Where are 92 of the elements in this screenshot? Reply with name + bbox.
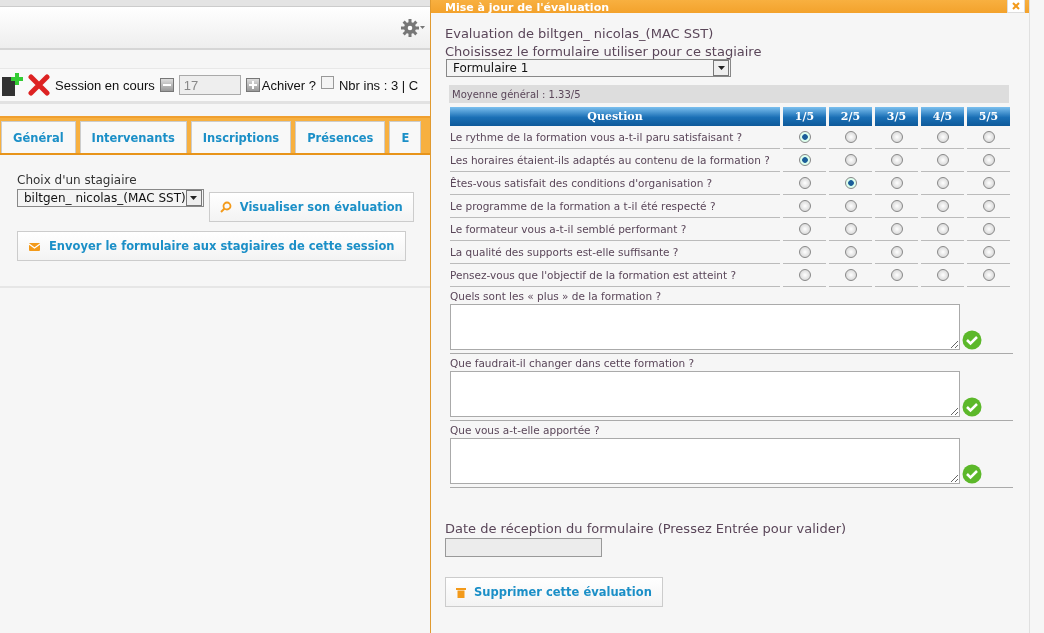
open-question-label: Que vous a-t-elle apportée ? xyxy=(450,424,601,436)
minus-icon xyxy=(162,84,171,86)
question-text: La qualité des supports est-elle suffisante ? xyxy=(450,241,780,264)
rating-radio[interactable] xyxy=(890,246,903,258)
rating-radio[interactable] xyxy=(890,131,903,143)
close-icon xyxy=(1012,2,1020,10)
rating-radio[interactable] xyxy=(982,154,995,166)
rating-radio[interactable] xyxy=(844,246,857,258)
form-select[interactable]: Formulaire 1 xyxy=(446,59,731,77)
tab[interactable]: Présences xyxy=(295,121,386,153)
rating-radio[interactable] xyxy=(798,154,811,166)
question-text: Le rythme de la formation vous a-t-il paru satisfaisant ? xyxy=(450,126,780,149)
rating-radio[interactable] xyxy=(798,269,811,281)
question-text: Êtes-vous satisfait des conditions d'organisation ? xyxy=(450,172,780,195)
column-header: Question xyxy=(450,107,780,126)
rating-radio[interactable] xyxy=(890,223,903,235)
caret-icon xyxy=(717,66,725,70)
plus-icon xyxy=(248,81,257,89)
column-header: 4/5 xyxy=(921,107,964,126)
caret-icon xyxy=(190,196,198,200)
rating-radio[interactable] xyxy=(890,200,903,212)
check-icon[interactable] xyxy=(962,397,982,417)
magnifier-icon xyxy=(219,201,232,213)
check-icon[interactable] xyxy=(962,464,982,484)
minus-button[interactable] xyxy=(159,78,174,92)
answer-field[interactable] xyxy=(450,371,960,417)
rating-radio[interactable] xyxy=(982,131,995,143)
check-icon[interactable] xyxy=(962,330,982,350)
rating-radio[interactable] xyxy=(936,246,949,258)
question-text: Les horaires étaient-ils adaptés au contenu de la formation ? xyxy=(450,149,780,172)
archive-checkbox[interactable] xyxy=(320,75,334,89)
open-question-label: Que faudrait-il changer dans cette formation ? xyxy=(450,357,695,369)
rating-radio[interactable] xyxy=(982,269,995,281)
send-form-button[interactable]: Envoyer le formulaire aux stagiaires de cette session xyxy=(17,231,406,261)
column-header: 1/5 xyxy=(783,107,826,126)
date-label: Date de réception du formulaire (Pressez Entrée pour valider) xyxy=(445,521,848,536)
evaluation-heading: Evaluation de biltgen_ nicolas_(MAC SST) xyxy=(445,26,715,41)
dialog-title: Mise à jour de l'évaluation xyxy=(445,2,610,13)
delete-evaluation-button[interactable]: Supprimer cette évaluation xyxy=(445,577,663,607)
rating-radio[interactable] xyxy=(890,269,903,281)
rating-radio[interactable] xyxy=(890,177,903,189)
rating-radio[interactable] xyxy=(936,177,949,189)
tab[interactable]: Inscriptions xyxy=(190,121,292,153)
column-header: 3/5 xyxy=(875,107,918,126)
rating-radio[interactable] xyxy=(798,246,811,258)
rating-radio[interactable] xyxy=(844,269,857,281)
view-evaluation-button[interactable]: Visualiser son évaluation xyxy=(208,192,414,222)
trainee-label: Choix d'un stagiaire xyxy=(17,173,138,187)
rating-radio[interactable] xyxy=(936,154,949,166)
rating-radio[interactable] xyxy=(844,131,857,143)
rating-radio[interactable] xyxy=(798,177,811,189)
average-text: Moyenne général : 1.33/5 xyxy=(452,88,581,100)
rating-radio[interactable] xyxy=(890,154,903,166)
column-header: 5/5 xyxy=(967,107,1010,126)
rating-radio[interactable] xyxy=(798,223,811,235)
envelope-icon xyxy=(28,240,41,252)
question-text: Le formateur vous a-t-il semblé performant ? xyxy=(450,218,780,241)
rating-radio[interactable] xyxy=(936,131,949,143)
answer-field[interactable] xyxy=(450,438,960,484)
delete-icon[interactable] xyxy=(28,74,50,96)
tab[interactable]: E xyxy=(389,121,422,153)
rating-radio[interactable] xyxy=(982,177,995,189)
tab[interactable]: Intervenants xyxy=(79,121,187,153)
tab[interactable]: Général xyxy=(1,121,76,153)
rating-radio[interactable] xyxy=(844,200,857,212)
column-header: 2/5 xyxy=(829,107,872,126)
rating-radio[interactable] xyxy=(982,200,995,212)
date-field[interactable] xyxy=(445,538,602,557)
rating-radio[interactable] xyxy=(936,269,949,281)
gear-icon[interactable] xyxy=(400,17,426,38)
rating-radio[interactable] xyxy=(982,223,995,235)
trash-icon xyxy=(456,586,466,598)
rating-radio[interactable] xyxy=(798,131,811,143)
close-button[interactable] xyxy=(1007,0,1025,13)
rating-radio[interactable] xyxy=(982,246,995,258)
open-question-label: Quels sont les « plus » de la formation ? xyxy=(450,290,662,302)
rating-radio[interactable] xyxy=(844,154,857,166)
count-text: Nbr ins : 3 | C xyxy=(338,77,419,93)
plus-button[interactable] xyxy=(245,78,260,92)
add-document-icon[interactable] xyxy=(1,73,23,97)
form-label: Choisissez le formulaire utiliser pour ce stagiaire xyxy=(445,44,763,59)
question-text: Le programme de la formation a t-il été respecté ? xyxy=(450,195,780,218)
rating-radio[interactable] xyxy=(844,223,857,235)
archive-label: Achiver ? xyxy=(261,77,316,93)
rating-radio[interactable] xyxy=(844,177,857,189)
rating-radio[interactable] xyxy=(798,200,811,212)
trainee-select[interactable]: biltgen_ nicolas_(MAC SST) xyxy=(17,189,204,207)
session-label: Session en cours xyxy=(55,77,155,93)
question-text: Pensez-vous que l'objectif de la formation est atteint ? xyxy=(450,264,780,287)
rating-radio[interactable] xyxy=(936,200,949,212)
rating-radio[interactable] xyxy=(936,223,949,235)
answer-field[interactable] xyxy=(450,304,960,350)
